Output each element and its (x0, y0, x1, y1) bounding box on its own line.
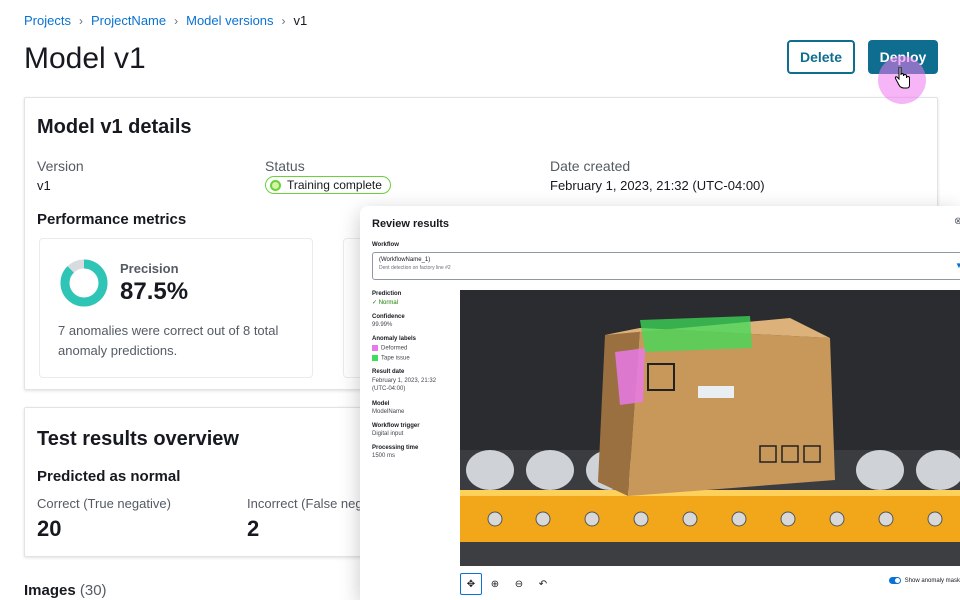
anomaly-label-name: Deformed (381, 345, 408, 352)
chevron-right-icon: › (281, 13, 286, 28)
date-created-value: February 1, 2023, 21:32 (UTC-04:00) (550, 178, 765, 193)
status-label: Status (265, 158, 305, 174)
status-dot-icon (270, 179, 281, 191)
precision-label: Precision (120, 261, 179, 276)
processing-time-field: Processing time 1500 ms (372, 445, 452, 459)
result-details-sidebar: Prediction ✓ Normal Confidence 99.99% An… (372, 291, 452, 467)
anomaly-label-deformed: Deformed (372, 345, 452, 352)
anomaly-mask-toggle[interactable]: Show anomaly mask (888, 577, 960, 584)
review-results-title: Review results (372, 218, 450, 230)
precision-metric-card: Precision 87.5% 7 anomalies were correct… (39, 238, 313, 378)
prediction-field: Prediction ✓ Normal (372, 291, 452, 306)
images-heading: Images (30) (24, 582, 107, 599)
anomaly-label-name: Tape issue (381, 355, 410, 362)
precision-value: 87.5% (120, 278, 189, 305)
breadcrumb: Projects › ProjectName › Model versions … (24, 13, 307, 28)
processing-time-value: 1500 ms (372, 453, 396, 460)
version-label: Version (37, 158, 84, 174)
precision-donut-icon (60, 259, 108, 307)
breadcrumb-model-versions[interactable]: Model versions (186, 13, 273, 28)
zoom-out-icon[interactable]: ⊖ (508, 573, 530, 595)
chevron-right-icon: › (78, 13, 83, 28)
image-toolbar: ✥ ⊕ ⊖ ↶ Show anomaly mask (460, 572, 960, 596)
confidence-label: Confidence (372, 314, 405, 320)
workflow-trigger-field: Workflow trigger Digital input (372, 423, 452, 437)
model-value: ModelName (372, 409, 405, 416)
reset-icon[interactable]: ↶ (532, 573, 554, 595)
check-circle-icon: ✓ (372, 300, 378, 306)
tape-issue-swatch (372, 354, 378, 361)
processing-time-label: Processing time (372, 445, 419, 452)
images-count: (30) (79, 582, 107, 599)
version-field: Version v1 (37, 158, 84, 193)
pan-icon[interactable]: ✥ (460, 573, 482, 595)
review-results-panel: Review results ⊗ Workflow (WorkflowName_… (360, 206, 960, 600)
predicted-normal-title: Predicted as normal (37, 468, 181, 485)
chevron-right-icon: › (174, 13, 179, 28)
anomaly-label-tape: Tape issue (372, 354, 452, 362)
status-field: Status Training complete (265, 158, 391, 196)
hand-cursor-icon (894, 67, 910, 89)
toggle-label: Show anomaly mask (904, 577, 960, 584)
conveyor-box-image (460, 290, 960, 566)
workflow-trigger-value: Digital input (372, 431, 404, 438)
anomaly-labels-field: Anomaly labels Deformed Tape issue (372, 336, 452, 361)
workflow-name: (WorkflowName_1) (379, 257, 431, 263)
workflow-label: Workflow (372, 242, 399, 248)
prediction-label: Prediction (372, 291, 402, 297)
breadcrumb-project-name[interactable]: ProjectName (91, 13, 166, 28)
date-created-field: Date created February 1, 2023, 21:32 (UT… (550, 158, 765, 193)
page-title: Model v1 (24, 42, 146, 75)
workflow-select[interactable]: (WorkflowName_1) Dent detection on facto… (372, 252, 960, 280)
test-results-title: Test results overview (37, 428, 239, 450)
model-field: Model ModelName (372, 401, 452, 415)
details-title: Model v1 details (37, 116, 192, 138)
toggle-switch[interactable] (888, 577, 901, 584)
model-version-page: Projects › ProjectName › Model versions … (0, 0, 960, 600)
confidence-value: 99.99% (372, 322, 393, 328)
incorrect-value: 2 (247, 516, 260, 541)
workflow-trigger-label: Workflow trigger (372, 423, 420, 430)
model-label: Model (372, 401, 390, 408)
precision-note: 7 anomalies were correct out of 8 total … (58, 323, 279, 358)
result-date-value: February 1, 2023, 21:32 (UTC-04:00) (372, 378, 437, 393)
correct-value: 20 (37, 516, 62, 541)
caret-down-icon: ▼ (955, 261, 960, 270)
workflow-description: Dent detection on factory line #2 (379, 265, 451, 271)
close-icon[interactable]: ⊗ (954, 216, 960, 227)
prediction-status: ✓ Normal (372, 299, 452, 306)
result-date-label: Result date (372, 369, 405, 376)
deformed-swatch (372, 345, 378, 351)
status-value: Training complete (287, 178, 382, 192)
performance-metrics-title: Performance metrics (37, 211, 187, 228)
inspection-image (460, 290, 960, 566)
delete-button[interactable]: Delete (787, 40, 855, 74)
breadcrumb-current: v1 (293, 13, 308, 28)
confidence-field: Confidence 99.99% (372, 314, 452, 328)
images-label: Images (24, 582, 76, 599)
result-date-field: Result date February 1, 2023, 21:32 (UTC… (372, 369, 452, 393)
correct-label: Correct (True negative) (37, 496, 171, 511)
breadcrumb-projects[interactable]: Projects (24, 13, 71, 28)
zoom-in-icon[interactable]: ⊕ (484, 573, 506, 595)
status-badge: Training complete (265, 176, 391, 194)
prediction-value: Normal (378, 300, 399, 306)
date-created-label: Date created (550, 158, 631, 174)
version-value: v1 (37, 178, 51, 193)
incorrect-label: Incorrect (False neg (247, 496, 363, 511)
anomaly-labels-title: Anomaly labels (372, 336, 417, 342)
